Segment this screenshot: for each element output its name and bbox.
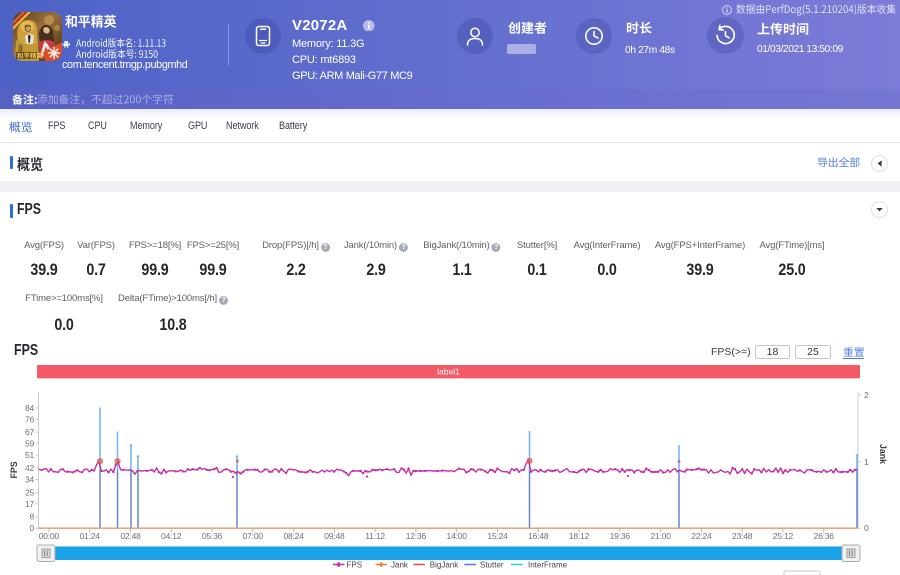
svg-text:25: 25	[25, 487, 35, 497]
svg-text:76: 76	[25, 414, 35, 424]
svg-text:15:24: 15:24	[487, 531, 508, 541]
svg-text:01:24: 01:24	[80, 531, 101, 541]
svg-text:11:12: 11:12	[365, 531, 385, 541]
svg-text:51: 51	[25, 450, 35, 460]
svg-text:1: 1	[864, 457, 869, 467]
svg-text:09:48: 09:48	[324, 531, 345, 541]
svg-text:04:12: 04:12	[161, 531, 182, 541]
svg-text:05:36: 05:36	[202, 531, 223, 541]
svg-text:InterFrame: InterFrame	[528, 561, 568, 570]
svg-text:Jank: Jank	[391, 561, 409, 570]
svg-text:FPS: FPS	[9, 461, 19, 478]
svg-text:0: 0	[864, 523, 869, 533]
svg-text:BigJank: BigJank	[430, 561, 459, 570]
svg-text:23:48: 23:48	[732, 531, 753, 541]
svg-text:label1: label1	[437, 367, 460, 377]
svg-text:08:24: 08:24	[283, 531, 304, 541]
svg-text:34: 34	[25, 475, 35, 485]
svg-text:14:00: 14:00	[447, 531, 468, 541]
svg-text:Stutter: Stutter	[480, 561, 504, 570]
svg-text:FPS: FPS	[347, 561, 363, 570]
svg-text:25:12: 25:12	[773, 531, 794, 541]
svg-text:17: 17	[25, 499, 35, 509]
svg-text:84: 84	[25, 403, 35, 413]
svg-text:18:12: 18:12	[569, 531, 590, 541]
svg-text:00:00: 00:00	[39, 531, 60, 541]
svg-text:Jank: Jank	[878, 444, 888, 464]
svg-text:07:00: 07:00	[243, 531, 264, 541]
svg-text:22:24: 22:24	[691, 531, 712, 541]
svg-text:67: 67	[25, 427, 35, 437]
svg-text:26:36: 26:36	[814, 531, 835, 541]
svg-text:42: 42	[25, 463, 35, 473]
svg-text:16:48: 16:48	[528, 531, 549, 541]
svg-text:21:00: 21:00	[650, 531, 671, 541]
svg-text:8: 8	[29, 512, 34, 522]
svg-text:12:36: 12:36	[406, 531, 427, 541]
svg-text:02:48: 02:48	[120, 531, 141, 541]
svg-text:59: 59	[25, 439, 35, 449]
svg-text:19:36: 19:36	[610, 531, 631, 541]
svg-text:0: 0	[29, 523, 34, 533]
svg-text:2: 2	[864, 390, 869, 400]
